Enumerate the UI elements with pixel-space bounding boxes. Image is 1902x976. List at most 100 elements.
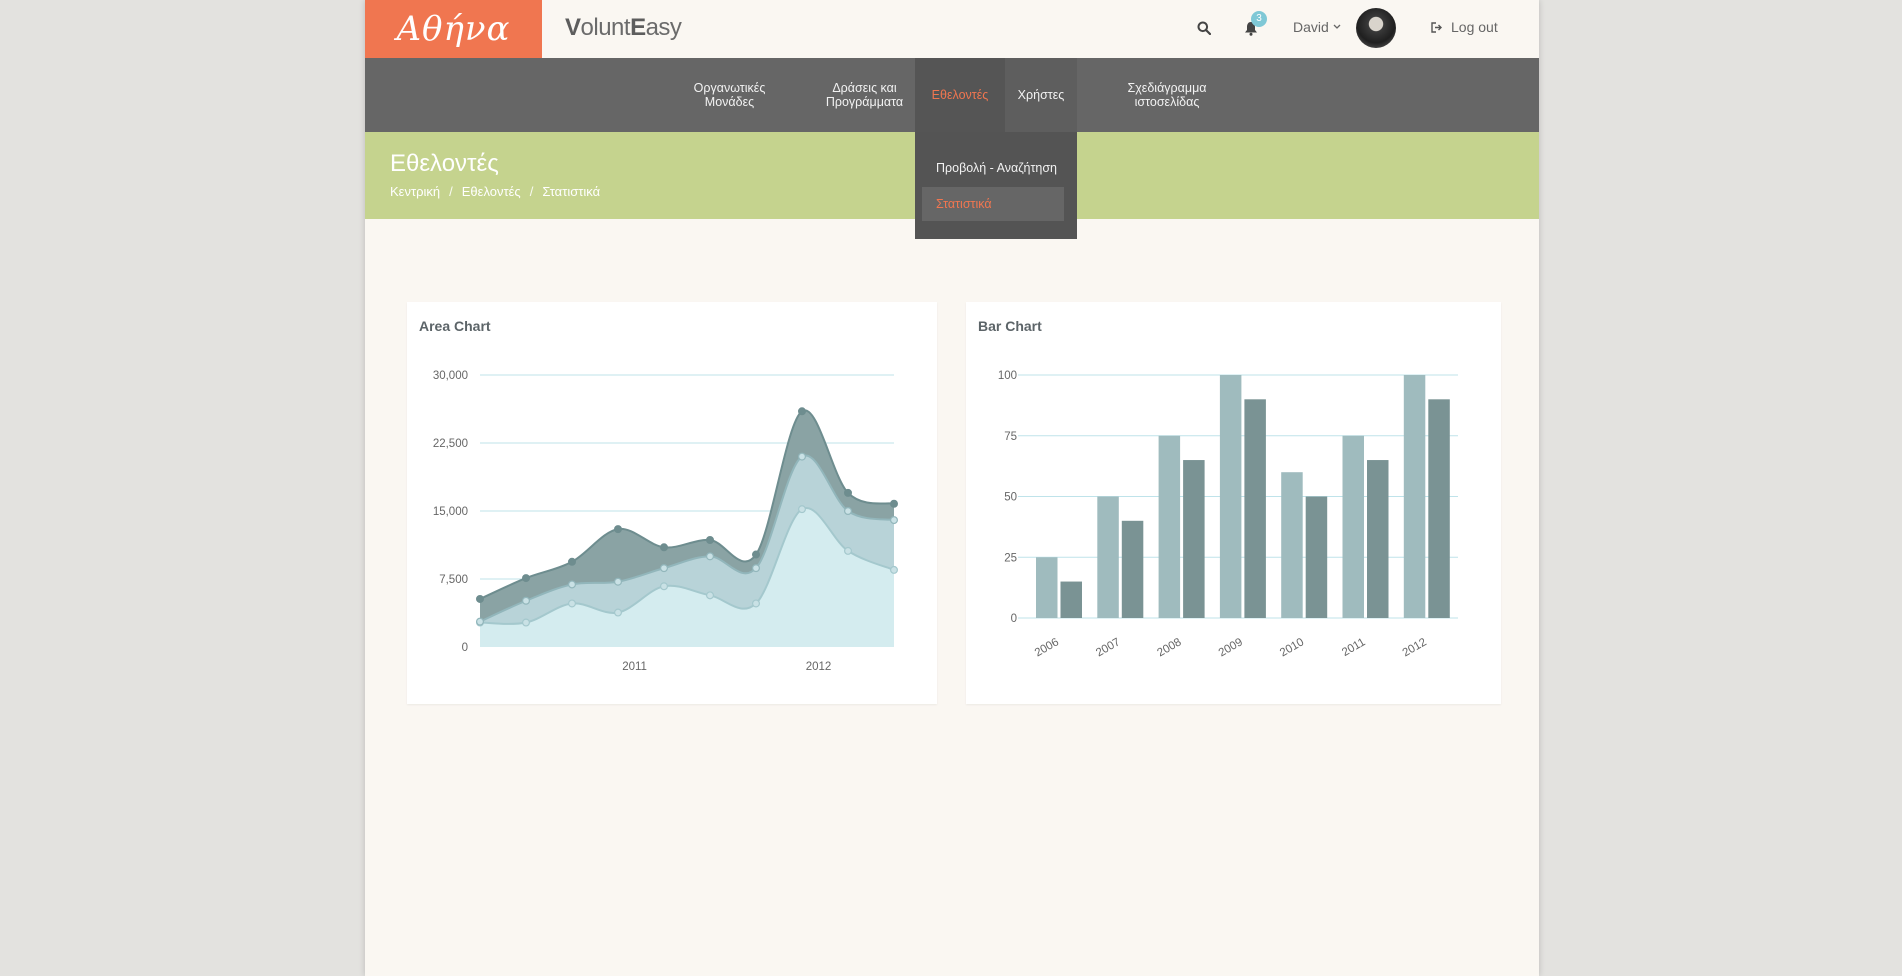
area-point [706, 552, 715, 561]
area-point [890, 516, 899, 525]
brand-name[interactable]: VoluntEasy [565, 14, 682, 42]
area-point [798, 452, 807, 461]
x-tick-label: 2010 [1278, 636, 1306, 659]
bar [1158, 435, 1181, 618]
dropdown-item-view-search[interactable]: Προβολή - Αναζήτηση [922, 151, 1064, 185]
y-tick-label: 7,500 [439, 574, 468, 586]
area-point [890, 565, 899, 574]
brand-letter-e: E [630, 14, 646, 41]
area-point [660, 564, 669, 573]
x-tick-label: 2007 [1094, 636, 1122, 659]
area-point [706, 536, 715, 545]
x-tick-label: 2012 [806, 661, 832, 673]
breadcrumb-home[interactable]: Κεντρική [390, 184, 440, 199]
breadcrumb-statistics: Στατιστικά [542, 184, 601, 199]
area-point [660, 543, 669, 552]
logout-button[interactable]: Log out [1431, 19, 1498, 35]
area-point [844, 546, 853, 555]
area-point [521, 596, 530, 605]
page-container: Αθήνα VoluntEasy 3 David Log out Οργανωτ… [365, 0, 1539, 976]
x-tick-label: 2011 [622, 661, 647, 673]
city-logo[interactable]: Αθήνα [365, 0, 542, 58]
area-point [844, 507, 853, 516]
area-point [890, 499, 899, 508]
brand-part-2: asy [645, 14, 682, 41]
y-tick-label: 100 [998, 370, 1017, 382]
area-chart: 0 7,500 15,000 22,500 30,000 2011 2012 [433, 370, 899, 673]
area-point [521, 618, 530, 627]
bar-chart: 0 25 50 75 100 2006 2007 2008 2009 2010 2011 2012 [998, 370, 1458, 659]
nav-label-line1: Σχεδιάγραμμα [1127, 80, 1207, 95]
brand-part-1: olunt [580, 14, 631, 41]
breadcrumb-volunteers[interactable]: Εθελοντές [462, 184, 521, 199]
area-point [475, 594, 484, 603]
y-tick-label: 25 [1004, 552, 1017, 564]
bar [1097, 496, 1119, 618]
sign-out-icon [1431, 21, 1442, 33]
volunteers-dropdown: Προβολή - Αναζήτηση Στατιστικά [915, 132, 1077, 239]
main-nav: Οργανωτικές Μονάδες Δράσεις και Προγράμματ… [365, 58, 1539, 132]
x-tick-label: 2009 [1217, 636, 1245, 659]
y-tick-label: 30,000 [433, 370, 468, 382]
brand-letter-v: V [565, 14, 581, 41]
y-tick-label: 0 [462, 642, 468, 654]
bar [1367, 460, 1389, 618]
x-tick-label: 2012 [1401, 636, 1429, 659]
x-tick-label: 2008 [1155, 636, 1183, 659]
nav-item-actions-programs[interactable]: Δράσεις και Προγράμματα [817, 58, 912, 132]
breadcrumb-separator: / [529, 184, 534, 199]
area-point [706, 591, 715, 600]
bar [1281, 472, 1303, 618]
bar [1183, 460, 1205, 618]
username-label: David [1293, 19, 1329, 35]
y-tick-label: 50 [1004, 492, 1017, 504]
nav-label: Εθελοντές [931, 87, 989, 102]
y-tick-label: 22,500 [433, 438, 468, 450]
nav-label-line2: Μονάδες [704, 95, 755, 109]
breadcrumb: Κεντρική / Εθελοντές / Στατιστικά [390, 184, 600, 199]
area-point [798, 407, 807, 416]
bar [1219, 375, 1242, 618]
area-point [752, 599, 761, 608]
area-point [614, 608, 623, 617]
nav-item-sitemap[interactable]: Σχεδιάγραμμα ιστοσελίδας [1122, 58, 1212, 132]
area-point [752, 550, 761, 559]
area-point [568, 599, 577, 608]
top-bar: Αθήνα VoluntEasy 3 David Log out [365, 0, 1539, 58]
bar [1036, 557, 1058, 618]
breadcrumb-separator: / [449, 184, 453, 199]
area-point [752, 564, 761, 573]
logo-text: Αθήνα [396, 9, 511, 49]
avatar[interactable] [1356, 8, 1396, 48]
y-tick-label: 0 [1011, 613, 1017, 625]
search-icon[interactable] [1194, 18, 1214, 38]
nav-label-line2: ιστοσελίδας [1134, 95, 1200, 109]
area-point [568, 557, 577, 566]
bar [1060, 581, 1082, 618]
x-tick-label: 2011 [1340, 636, 1367, 659]
bar-chart-card: Bar Chart 0 25 50 75 100 2006 2007 2008 2009 2010… [966, 302, 1501, 704]
bar [1244, 399, 1266, 618]
logout-label: Log out [1451, 19, 1498, 35]
nav-label: Χρήστες [1017, 87, 1065, 102]
bar [1428, 399, 1450, 618]
nav-item-users[interactable]: Χρήστες [1005, 58, 1077, 132]
user-menu[interactable]: David [1293, 19, 1341, 35]
area-point [798, 505, 807, 514]
area-point [614, 525, 623, 534]
x-tick-label: 2006 [1033, 636, 1061, 659]
area-point [844, 488, 853, 497]
notification-badge: 3 [1251, 11, 1267, 27]
dropdown-item-statistics[interactable]: Στατιστικά [922, 187, 1064, 221]
nav-item-volunteers[interactable]: Εθελοντές [915, 58, 1005, 132]
area-point [614, 577, 623, 586]
bar [1342, 435, 1364, 618]
area-point [660, 582, 669, 591]
area-point [521, 574, 530, 583]
nav-item-organizational-units[interactable]: Οργανωτικές Μονάδες [681, 58, 778, 132]
area-chart-card: Area Chart 0 7,500 15,000 22,500 30,000 2011 2… [407, 302, 937, 704]
y-tick-label: 75 [1004, 431, 1017, 443]
nav-label-line2: Προγράμματα [825, 95, 904, 109]
bar [1121, 520, 1144, 618]
chevron-down-icon [1333, 24, 1341, 29]
